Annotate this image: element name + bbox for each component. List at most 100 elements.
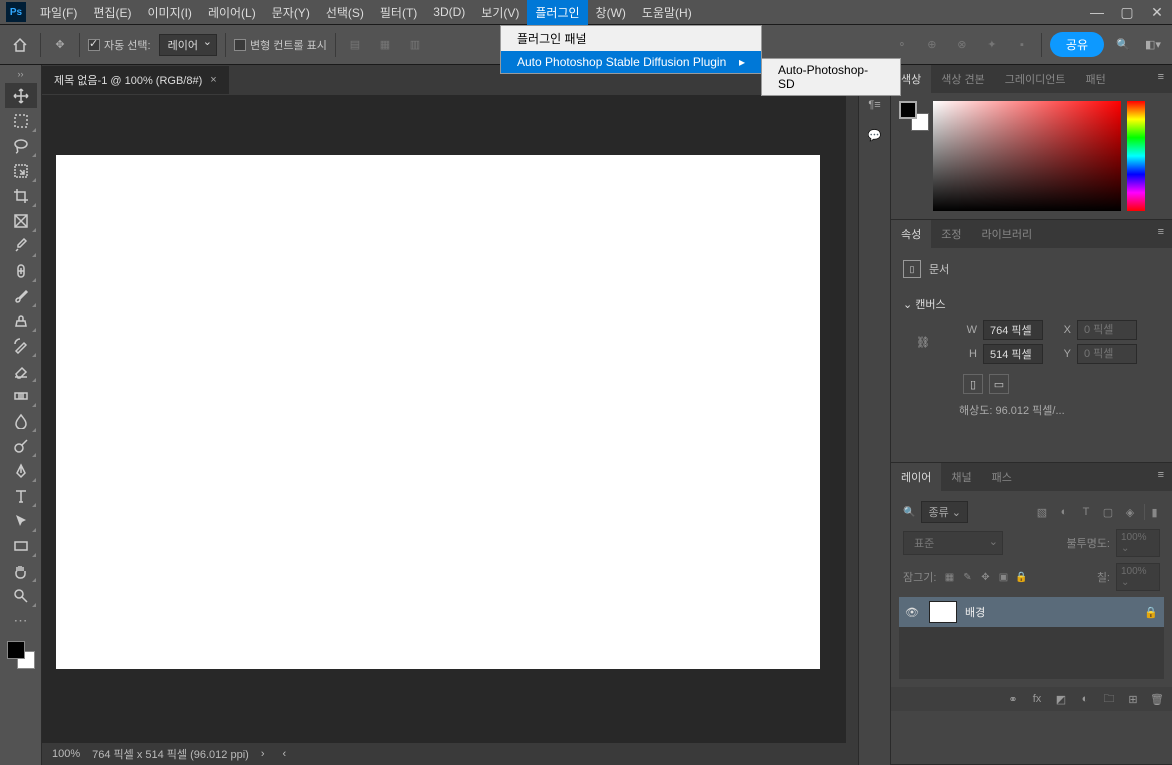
move-tool[interactable]: [5, 83, 37, 108]
3d-orbit-icon[interactable]: ⊕: [921, 34, 943, 56]
portrait-button[interactable]: ▯: [963, 374, 983, 394]
tab-paths[interactable]: 패스: [982, 463, 1022, 491]
gradient-tool[interactable]: [5, 383, 37, 408]
panel-menu-icon[interactable]: ≡: [1150, 220, 1172, 248]
menu-filter[interactable]: 필터(T): [372, 0, 425, 25]
canvas-section-toggle[interactable]: 캔버스: [903, 292, 1160, 316]
workspace-switcher-icon[interactable]: ◧▾: [1142, 34, 1164, 56]
maximize-button[interactable]: ▢: [1112, 0, 1142, 25]
filter-shape-icon[interactable]: ▢: [1100, 504, 1116, 520]
status-nav-icon[interactable]: ‹: [283, 748, 287, 760]
align-center-icon[interactable]: ▦: [374, 34, 396, 56]
dodge-tool[interactable]: [5, 433, 37, 458]
menu-plugins[interactable]: 플러그인: [527, 0, 587, 25]
eyedropper-tool[interactable]: [5, 233, 37, 258]
plugins-panel-item[interactable]: 플러그인 패널: [501, 26, 761, 51]
menu-help[interactable]: 도움말(H): [634, 0, 700, 25]
filter-toggle-icon[interactable]: ▮: [1144, 504, 1160, 520]
tab-swatches[interactable]: 색상 견본: [931, 65, 995, 93]
brush-tool[interactable]: [5, 283, 37, 308]
lock-position-icon[interactable]: ✥: [978, 570, 992, 584]
3d-roll-icon[interactable]: ✦: [981, 34, 1003, 56]
lasso-tool[interactable]: [5, 133, 37, 158]
layer-mask-icon[interactable]: ◩: [1054, 692, 1068, 706]
align-right-icon[interactable]: ▥: [404, 34, 426, 56]
document-tab[interactable]: 제목 없음-1 @ 100% (RGB/8#) ×: [42, 66, 229, 94]
group-icon[interactable]: 🗀: [1102, 692, 1116, 706]
canvas[interactable]: [56, 155, 820, 669]
eraser-tool[interactable]: [5, 358, 37, 383]
auto-sd-plugin-item[interactable]: Auto Photoshop Stable Diffusion Plugin ▸: [501, 51, 761, 73]
layer-row-background[interactable]: 👁 배경 🔒: [899, 597, 1164, 627]
layer-locked-icon[interactable]: 🔒: [1144, 606, 1158, 619]
tab-channels[interactable]: 채널: [941, 463, 981, 491]
share-button[interactable]: 공유: [1050, 32, 1104, 57]
layer-name[interactable]: 배경: [965, 604, 1136, 620]
lock-artboard-icon[interactable]: ▣: [996, 570, 1010, 584]
menu-3d[interactable]: 3D(D): [425, 1, 473, 23]
menu-layer[interactable]: 레이어(L): [200, 0, 264, 25]
lock-all-icon[interactable]: 🔒: [1014, 570, 1028, 584]
opacity-input[interactable]: 100% ⌄: [1116, 529, 1160, 557]
type-tool[interactable]: [5, 483, 37, 508]
visibility-toggle-icon[interactable]: 👁: [905, 606, 921, 619]
tab-properties[interactable]: 속성: [891, 220, 931, 248]
close-tab-icon[interactable]: ×: [210, 74, 216, 86]
frame-tool[interactable]: [5, 208, 37, 233]
hue-slider[interactable]: [1127, 101, 1145, 211]
canvas-viewport[interactable]: [42, 95, 846, 743]
minimize-button[interactable]: —: [1082, 0, 1112, 25]
paragraph-panel-icon[interactable]: ¶≡: [865, 95, 885, 115]
tab-layers[interactable]: 레이어: [891, 463, 941, 491]
zoom-level[interactable]: 100%: [52, 748, 80, 760]
filter-adjust-icon[interactable]: ◐: [1056, 504, 1072, 520]
filter-type-icon[interactable]: T: [1078, 504, 1094, 520]
layer-thumbnail[interactable]: [929, 601, 957, 623]
tab-libraries[interactable]: 라이브러리: [972, 220, 1043, 248]
panel-menu-icon[interactable]: ≡: [1150, 65, 1172, 93]
landscape-button[interactable]: ▭: [989, 374, 1009, 394]
toolbar-expand-icon[interactable]: ››: [0, 69, 41, 83]
layer-fx-icon[interactable]: fx: [1030, 692, 1044, 706]
history-brush-tool[interactable]: [5, 333, 37, 358]
align-left-icon[interactable]: ▤: [344, 34, 366, 56]
home-button[interactable]: [8, 33, 32, 57]
blend-mode-dropdown[interactable]: 표준: [903, 531, 1003, 555]
healing-brush-tool[interactable]: [5, 258, 37, 283]
tab-adjustments[interactable]: 조정: [931, 220, 971, 248]
color-mini-swatches[interactable]: [899, 101, 927, 129]
menu-file[interactable]: 파일(F): [32, 0, 85, 25]
menu-type[interactable]: 문자(Y): [264, 0, 318, 25]
zoom-tool[interactable]: [5, 583, 37, 608]
pen-tool[interactable]: [5, 458, 37, 483]
crop-tool[interactable]: [5, 183, 37, 208]
rectangle-tool[interactable]: [5, 533, 37, 558]
link-wh-icon[interactable]: ⛓: [915, 336, 931, 349]
close-button[interactable]: ✕: [1142, 0, 1172, 25]
status-chevron-icon[interactable]: ›: [261, 748, 265, 760]
link-layers-icon[interactable]: ⚭: [1006, 692, 1020, 706]
auto-photoshop-sd-item[interactable]: Auto-Photoshop-SD: [762, 59, 900, 95]
adjustment-layer-icon[interactable]: ◐: [1078, 692, 1092, 706]
filter-smart-icon[interactable]: ◈: [1122, 504, 1138, 520]
menu-image[interactable]: 이미지(I): [139, 0, 199, 25]
transform-controls-checkbox[interactable]: 변형 컨트롤 표시: [234, 37, 327, 53]
color-field[interactable]: [933, 101, 1121, 211]
edit-toolbar[interactable]: ⋯: [5, 608, 37, 633]
height-input[interactable]: [983, 344, 1043, 364]
path-select-tool[interactable]: [5, 508, 37, 533]
tab-gradients[interactable]: 그레이디언트: [995, 65, 1076, 93]
document-info[interactable]: 764 픽셀 x 514 픽셀 (96.012 ppi): [92, 746, 249, 762]
3d-cam-icon[interactable]: ▪: [1011, 34, 1033, 56]
delete-layer-icon[interactable]: 🗑: [1150, 692, 1164, 706]
layer-filter-dropdown[interactable]: 종류 ⌄: [921, 501, 968, 523]
marquee-tool[interactable]: [5, 108, 37, 133]
comments-panel-icon[interactable]: 💬: [865, 125, 885, 145]
filter-pixel-icon[interactable]: ▧: [1034, 504, 1050, 520]
object-select-tool[interactable]: [5, 158, 37, 183]
menu-select[interactable]: 선택(S): [318, 0, 372, 25]
blur-tool[interactable]: [5, 408, 37, 433]
color-swatches[interactable]: [7, 641, 35, 669]
auto-select-checkbox[interactable]: 자동 선택:: [88, 37, 151, 53]
auto-select-target-dropdown[interactable]: 레이어: [159, 34, 217, 56]
